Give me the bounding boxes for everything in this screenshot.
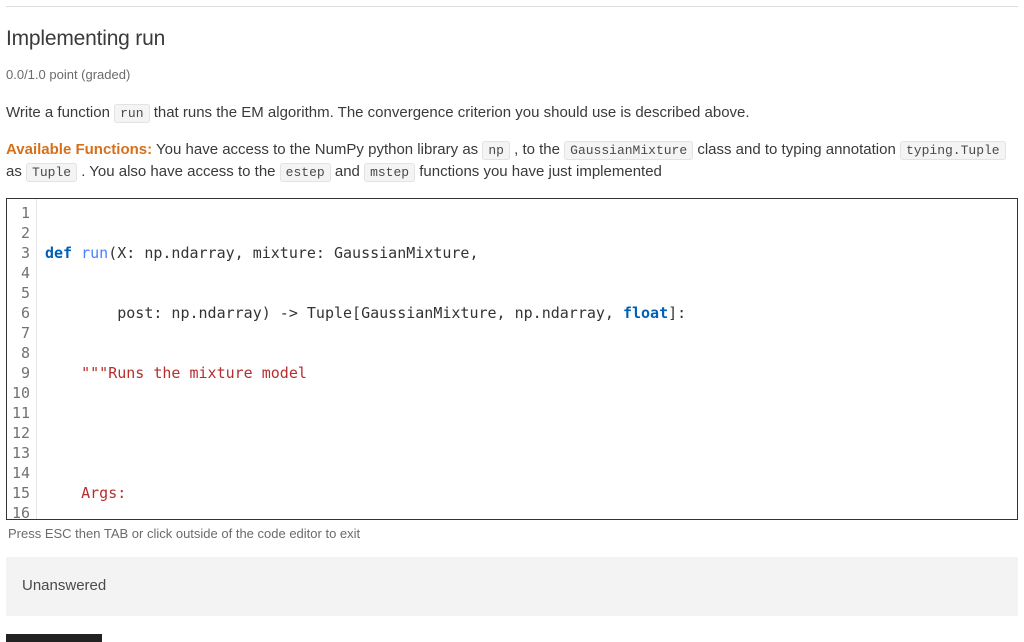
available-functions-paragraph: Available Functions: You have access to … [6,139,1018,184]
code-mstep: mstep [364,163,415,182]
code-run: run [114,104,149,123]
top-divider [6,6,1018,7]
avail-t2: , to the [510,141,564,158]
code-content[interactable]: def run(X: np.ndarray, mixture: Gaussian… [37,199,1017,519]
code-editor[interactable]: 1 2 3 4 5 6 7 8 9 10 11 12 13 14 15 16 d… [6,198,1018,520]
intro-text-pre: Write a function [6,104,114,121]
points-label: 0.0/1.0 point (graded) [6,65,1018,85]
doc-l4 [45,423,1009,443]
fn-run: run [81,244,108,262]
line-number: 1 [11,203,30,223]
answer-status: Unanswered [6,557,1018,616]
line-number: 11 [11,403,30,423]
code-tuple: Tuple [26,163,77,182]
line-number: 7 [11,323,30,343]
avail-t1: You have access to the NumPy python libr… [152,141,482,158]
avail-t7: functions you have just implemented [415,163,662,180]
code-np: np [482,141,510,160]
line-number: 8 [11,343,30,363]
sig-2c: ]: [668,304,686,322]
line-number: 15 [11,483,30,503]
available-functions-label: Available Functions: [6,141,152,158]
line-number: 2 [11,223,30,243]
editor-exit-hint: Press ESC then TAB or click outside of t… [6,520,1018,558]
avail-t3: class and to typing annotation [693,141,900,158]
sig-2a: post: np.ndarray) -> Tuple[GaussianMixtu… [45,304,623,322]
line-number: 6 [11,303,30,323]
avail-t4: as [6,163,26,180]
kw-def: def [45,244,81,262]
doc-l3: """Runs the mixture model [45,363,1009,383]
kw-float: float [623,304,668,322]
code-estep: estep [280,163,331,182]
page-title: Implementing run [6,23,1018,55]
line-number: 4 [11,263,30,283]
line-number: 14 [11,463,30,483]
line-number: 12 [11,423,30,443]
line-number: 9 [11,363,30,383]
line-gutter: 1 2 3 4 5 6 7 8 9 10 11 12 13 14 15 16 [7,199,37,519]
sig-1: (X: np.ndarray, mixture: GaussianMixture… [108,244,478,262]
line-number: 13 [11,443,30,463]
code-typing-tuple: typing.Tuple [900,141,1006,160]
line-number: 3 [11,243,30,263]
avail-t5: . You also have access to the [77,163,280,180]
line-number: 10 [11,383,30,403]
line-number: 16 [11,503,30,519]
bottom-bar [6,634,102,642]
avail-t6: and [331,163,364,180]
line-number: 5 [11,283,30,303]
intro-paragraph: Write a function run that runs the EM al… [6,102,1018,125]
code-gaussianmixture: GaussianMixture [564,141,693,160]
doc-l5: Args: [45,483,1009,503]
intro-text-post: that runs the EM algorithm. The converge… [154,104,750,121]
